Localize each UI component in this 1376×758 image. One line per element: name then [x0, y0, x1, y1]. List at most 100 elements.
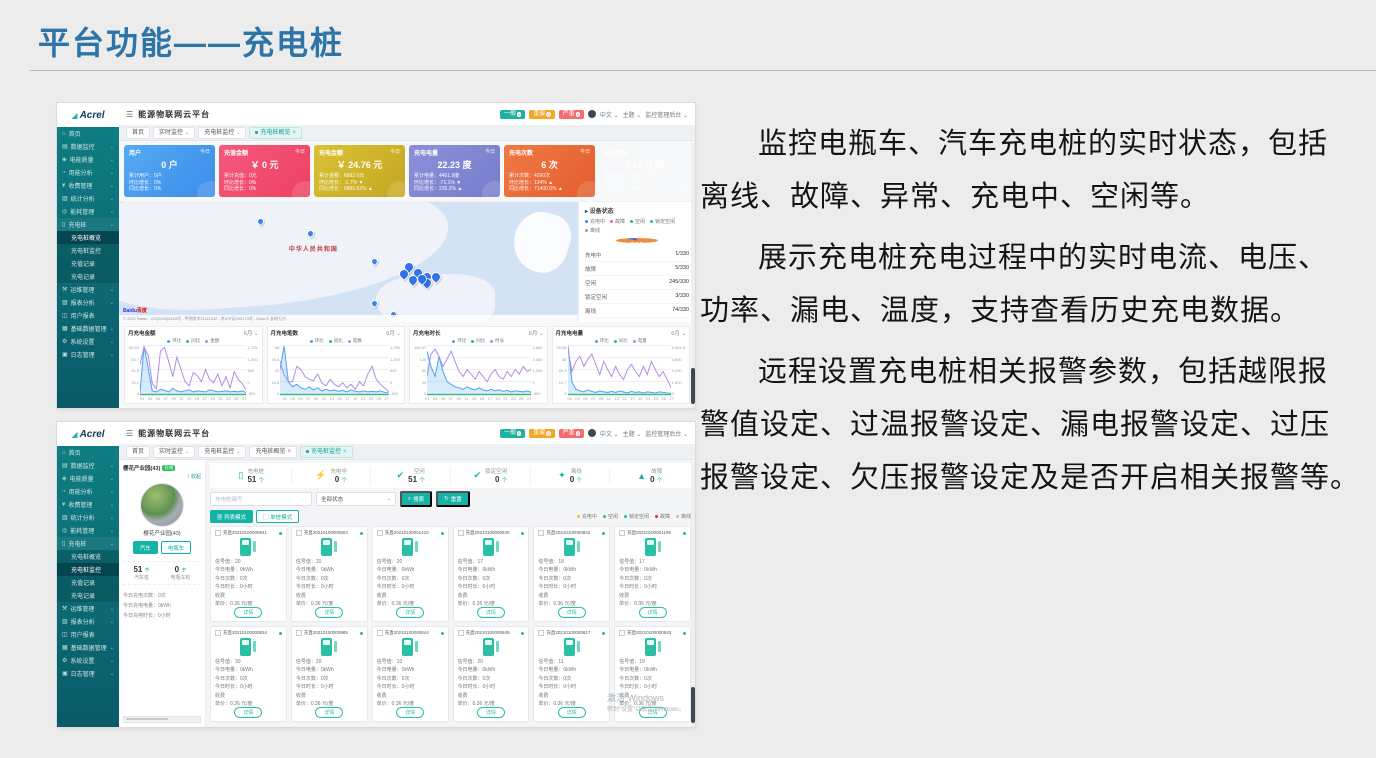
detail-button[interactable]: 详情 [639, 707, 667, 718]
pile-card[interactable]: 充直20210100000840信号值：17今日电量：0kWh今日次数：0次今日… [453, 526, 530, 622]
stat-card-用户[interactable]: 用户今日0 户累计用户：0户环比增长：0%同比增长：0% [124, 145, 215, 197]
header-link-主题[interactable]: 主题 ⌄ [623, 110, 642, 119]
chart-legend-item[interactable]: 笔数 [348, 338, 362, 344]
sidebar-subitem-0[interactable]: 充电桩概览 [57, 231, 119, 244]
menu-collapse-icon[interactable]: ☰ [126, 110, 133, 119]
sidebar-item-9[interactable]: ▧报表分析⌄ [57, 615, 119, 628]
sidebar-subitem-1[interactable]: 充电桩监控 [57, 244, 119, 257]
pile-card[interactable]: 充直20210100001199信号值：17今日电量：0kWh今日次数：0次今日… [614, 526, 691, 622]
sidebar-item-0[interactable]: ⌂首页 [57, 446, 119, 459]
alarm-badge-重要[interactable]: 重要0 [529, 429, 554, 438]
alarm-badge-严重[interactable]: 严重0 [559, 429, 584, 438]
pile-card[interactable]: 充直20210100000817信号值：11今日电量：0kWh今日次数：0次今日… [533, 626, 610, 722]
alarm-badge-一般[interactable]: 一般0 [500, 110, 525, 119]
checkbox[interactable] [215, 630, 221, 636]
sidebar-item-7[interactable]: ▯充电桩⌄ [57, 218, 119, 231]
header-link-监控管理后台[interactable]: 监控管理后台 ⌄ [645, 110, 688, 119]
sidebar-item-6[interactable]: ◎能耗管理⌄ [57, 205, 119, 218]
detail-button[interactable]: 详情 [477, 707, 505, 718]
checkbox[interactable] [619, 630, 625, 636]
pile-card[interactable]: 充直20210100000804信号值：20今日电量：0kWh今日次数：0次今日… [291, 526, 368, 622]
avatar[interactable] [588, 110, 596, 118]
collapse-link[interactable]: 〈 收起 [123, 473, 201, 480]
checkbox[interactable] [458, 630, 464, 636]
detail-button[interactable]: 详情 [396, 707, 424, 718]
status-select[interactable]: 全部状态⌄ [316, 492, 396, 506]
alarm-badge-一般[interactable]: 一般0 [500, 429, 525, 438]
sidebar-item-8[interactable]: ⚒运维管理⌄ [57, 602, 119, 615]
chart-legend-item[interactable]: 环比 [595, 338, 609, 344]
stat-card-充电次数[interactable]: 充电次数今日6 次累计次数：4290次环比增长：134% ▲同比增长：71400… [504, 145, 595, 197]
detail-button[interactable]: 详情 [234, 607, 262, 618]
sidebar-item-1[interactable]: ▤数据监控⌄ [57, 459, 119, 472]
checkbox[interactable] [538, 630, 544, 636]
detail-button[interactable]: 详情 [477, 607, 505, 618]
detail-button[interactable]: 详情 [234, 707, 262, 718]
station-type-button-汽车[interactable]: 汽车 [133, 541, 158, 554]
tab-首页[interactable]: 首页 [126, 127, 150, 139]
menu-collapse-icon[interactable]: ☰ [126, 429, 133, 438]
alarm-badge-严重[interactable]: 严重0 [559, 110, 584, 119]
sidebar-subitem-2[interactable]: 充值记录 [57, 257, 119, 270]
header-link-主题[interactable]: 主题 ⌄ [623, 429, 642, 438]
mode-button-单桩模式[interactable]: ▢ 单桩模式 [256, 510, 299, 523]
sidebar-subitem-2[interactable]: 充值记录 [57, 576, 119, 589]
chart-legend-item[interactable]: 环比 [452, 338, 466, 344]
sidebar-item-10[interactable]: ◫用户报表 [57, 628, 119, 641]
sidebar-item-3[interactable]: ◔用能分析⌄ [57, 485, 119, 498]
scrollbar-vertical[interactable] [691, 462, 695, 727]
sidebar-item-8[interactable]: ⚒运维管理⌄ [57, 283, 119, 296]
checkbox[interactable] [377, 530, 383, 536]
sidebar-subitem-3[interactable]: 充电记录 [57, 270, 119, 283]
sidebar-item-11[interactable]: ▦基础数据管理⌄ [57, 322, 119, 335]
avatar[interactable] [588, 429, 596, 437]
stat-card-充值金额[interactable]: 充值金额今日￥ 0 元累计充值：0元环比增长：0%同比增长：0% [219, 145, 310, 197]
chart-legend-item[interactable]: 电量 [633, 338, 647, 344]
pile-card[interactable]: 充直20210100000834信号值：30今日电量：0kWh今日次数：0次今日… [210, 626, 287, 722]
tab-充电桩概览[interactable]: 充电桩概览× [249, 127, 302, 139]
sidebar-item-5[interactable]: ▥统计分析⌄ [57, 192, 119, 205]
sidebar-subitem-3[interactable]: 充电记录 [57, 589, 119, 602]
sidebar-item-3[interactable]: ◔用能分析⌄ [57, 166, 119, 179]
sidebar-item-2[interactable]: ◈电能质量⌄ [57, 472, 119, 485]
sidebar-item-13[interactable]: ▣日志管理⌄ [57, 348, 119, 361]
sidebar-item-1[interactable]: ▤数据监控⌄ [57, 140, 119, 153]
tab-充电桩监控[interactable]: 充电桩监控× [300, 446, 353, 458]
sidebar-item-9[interactable]: ▧报表分析⌄ [57, 296, 119, 309]
pile-card[interactable]: 充直20210100000843信号值：19今日电量：0kWh今日次数：0次今日… [614, 626, 691, 722]
checkbox[interactable] [296, 530, 302, 536]
checkbox[interactable] [377, 630, 383, 636]
sidebar-item-0[interactable]: ⌂首页 [57, 127, 119, 140]
pile-card[interactable]: 充直20210100000842信号值：18今日电量：0kWh今日次数：0次今日… [533, 526, 610, 622]
scrollbar-thumb[interactable] [126, 718, 168, 720]
detail-button[interactable]: 详情 [558, 707, 586, 718]
station-type-button-电瓶车[interactable]: 电瓶车 [161, 541, 192, 554]
chart-legend-item[interactable]: 金额 [205, 338, 219, 344]
close-icon[interactable]: × [292, 129, 296, 137]
scrollbar-vertical[interactable] [691, 143, 695, 408]
sidebar-item-12[interactable]: ⚙系统设置⌄ [57, 654, 119, 667]
header-link-中文[interactable]: 中文 ⌄ [600, 429, 619, 438]
tab-实时监控[interactable]: 实时监控⌄ [153, 127, 195, 139]
sidebar-item-11[interactable]: ▦基础数据管理⌄ [57, 641, 119, 654]
chart-legend-item[interactable]: 同比 [329, 338, 343, 344]
tab-实时监控[interactable]: 实时监控⌄ [153, 446, 195, 458]
sidebar-subitem-0[interactable]: 充电桩概览 [57, 550, 119, 563]
chart-legend-item[interactable]: 同比 [186, 338, 200, 344]
chart-legend-item[interactable]: 时长 [490, 338, 504, 344]
chart-legend-item[interactable]: 环比 [167, 338, 181, 344]
sidebar-item-12[interactable]: ⚙系统设置⌄ [57, 335, 119, 348]
checkbox[interactable] [215, 530, 221, 536]
sidebar-item-4[interactable]: ¥收费管理⌄ [57, 179, 119, 192]
detail-button[interactable]: 详情 [315, 707, 343, 718]
mode-button-列表模式[interactable]: ▦ 列表模式 [210, 510, 253, 523]
sidebar-subitem-1[interactable]: 充电桩监控 [57, 563, 119, 576]
sidebar-item-7[interactable]: ▯充电桩⌄ [57, 537, 119, 550]
pile-number-input[interactable]: 充电桩编号 [210, 492, 312, 506]
detail-button[interactable]: 详情 [396, 607, 424, 618]
tab-首页[interactable]: 首页 [126, 446, 150, 458]
tab-充电桩监控[interactable]: 充电桩监控⌄ [198, 446, 246, 458]
sidebar-item-13[interactable]: ▣日志管理⌄ [57, 667, 119, 680]
pile-card[interactable]: 充直20210100000844信号值：10今日电量：0kWh今日次数：0次今日… [372, 626, 449, 722]
checkbox[interactable] [538, 530, 544, 536]
